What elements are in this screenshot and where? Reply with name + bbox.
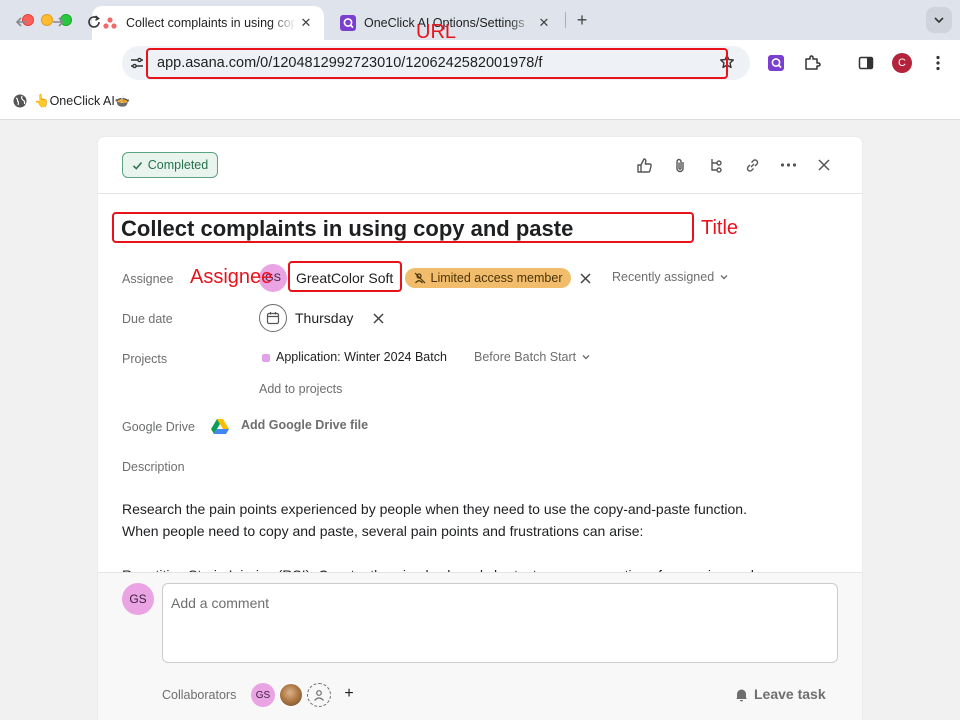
oneclick-ai-icon (340, 15, 356, 31)
oneclick-extension-icon[interactable] (765, 52, 787, 74)
section-label: Before Batch Start (474, 350, 577, 364)
globe-icon (12, 93, 28, 109)
url-annotation-box (146, 48, 728, 79)
recently-assigned-dropdown[interactable]: Recently assigned (612, 270, 729, 284)
remove-assignee-icon[interactable] (578, 271, 592, 285)
restricted-user-icon (414, 272, 425, 284)
project-section-dropdown[interactable]: Before Batch Start (474, 350, 591, 364)
site-info-icon[interactable] (126, 52, 148, 74)
description-label: Description (122, 460, 185, 474)
bell-icon (736, 689, 747, 701)
extensions-puzzle-icon[interactable] (801, 52, 823, 74)
chevron-down-icon (720, 275, 728, 280)
tab-close-icon[interactable]: ✕ (296, 13, 316, 33)
back-button[interactable] (10, 10, 34, 34)
tab-separator (565, 12, 566, 28)
leave-task-label: Leave task (754, 686, 826, 702)
description-line: Research the pain points experienced by … (122, 501, 747, 517)
title-annotation-label: Title (701, 217, 739, 239)
reload-icon (88, 15, 100, 28)
bookmark-oneclick[interactable]: 👆OneClick AI🍲 (12, 92, 130, 110)
description-gap (122, 542, 822, 564)
forward-button[interactable] (46, 10, 70, 34)
add-to-projects-button[interactable]: Add to projects (259, 382, 342, 396)
attachment-icon[interactable] (669, 154, 691, 176)
project-color-dot (262, 354, 270, 362)
add-collaborator-button[interactable]: + (341, 685, 357, 702)
calendar-icon[interactable] (259, 304, 287, 332)
tab-asana-task[interactable]: Collect complaints in using copy and pas… (92, 6, 324, 40)
chevron-down-icon (934, 17, 944, 24)
leave-task-button[interactable]: Leave task (734, 686, 826, 702)
project-name[interactable]: Application: Winter 2024 Batch (276, 350, 447, 364)
mark-complete-button[interactable]: Completed (122, 152, 218, 178)
divider (98, 193, 862, 194)
side-panel-icon[interactable] (855, 52, 877, 74)
due-date-value[interactable]: Thursday (295, 310, 353, 326)
more-actions-icon[interactable] (777, 154, 799, 176)
assignee-annotation-box (288, 261, 402, 292)
subtask-icon[interactable] (705, 154, 727, 176)
add-google-drive-file-button[interactable]: Add Google Drive file (241, 418, 368, 432)
google-drive-icon (211, 419, 229, 434)
comment-placeholder: Add a comment (171, 595, 270, 611)
bookmark-label: 👆OneClick AI🍲 (34, 93, 131, 108)
title-annotation-box (112, 212, 694, 243)
collaborator-avatar[interactable]: GS (251, 683, 275, 707)
completed-label: Completed (147, 158, 209, 172)
chevron-down-icon (582, 355, 590, 360)
check-icon (132, 161, 142, 170)
like-icon[interactable] (633, 154, 655, 176)
reload-button[interactable] (82, 10, 106, 34)
due-date-label: Due date (122, 312, 173, 326)
collaborator-photo-avatar[interactable] (279, 683, 303, 707)
close-pane-icon[interactable] (813, 154, 835, 176)
google-drive-label: Google Drive (122, 420, 195, 434)
description-line: When people need to copy and paste, seve… (122, 523, 644, 539)
projects-label: Projects (122, 352, 168, 366)
recently-assigned-label: Recently assigned (612, 270, 715, 284)
commenter-avatar: GS (122, 583, 154, 615)
profile-avatar[interactable]: C (892, 53, 912, 73)
add-collaborator-icon[interactable] (307, 683, 331, 707)
limited-access-badge: Limited access member (405, 268, 571, 288)
browser-menu-icon[interactable] (927, 52, 949, 74)
url-annotation-label: URL (416, 21, 457, 43)
limited-access-text: Limited access member (430, 271, 563, 285)
tab-search-button[interactable] (926, 7, 952, 33)
tab-title: Collect complaints in using copy and pas… (126, 16, 296, 30)
new-tab-button[interactable]: + (572, 10, 592, 30)
bookmarks-bar (0, 85, 960, 120)
assignee-annotation-label: Assignee (190, 266, 273, 288)
collaborators-label: Collaborators (162, 688, 237, 702)
tab-close-icon[interactable]: ✕ (534, 13, 554, 33)
assignee-label: Assignee (122, 272, 174, 286)
copy-link-icon[interactable] (741, 154, 763, 176)
clear-due-date-icon[interactable] (371, 311, 385, 325)
arrow-right-icon (53, 17, 65, 27)
arrow-left-icon (15, 17, 27, 27)
